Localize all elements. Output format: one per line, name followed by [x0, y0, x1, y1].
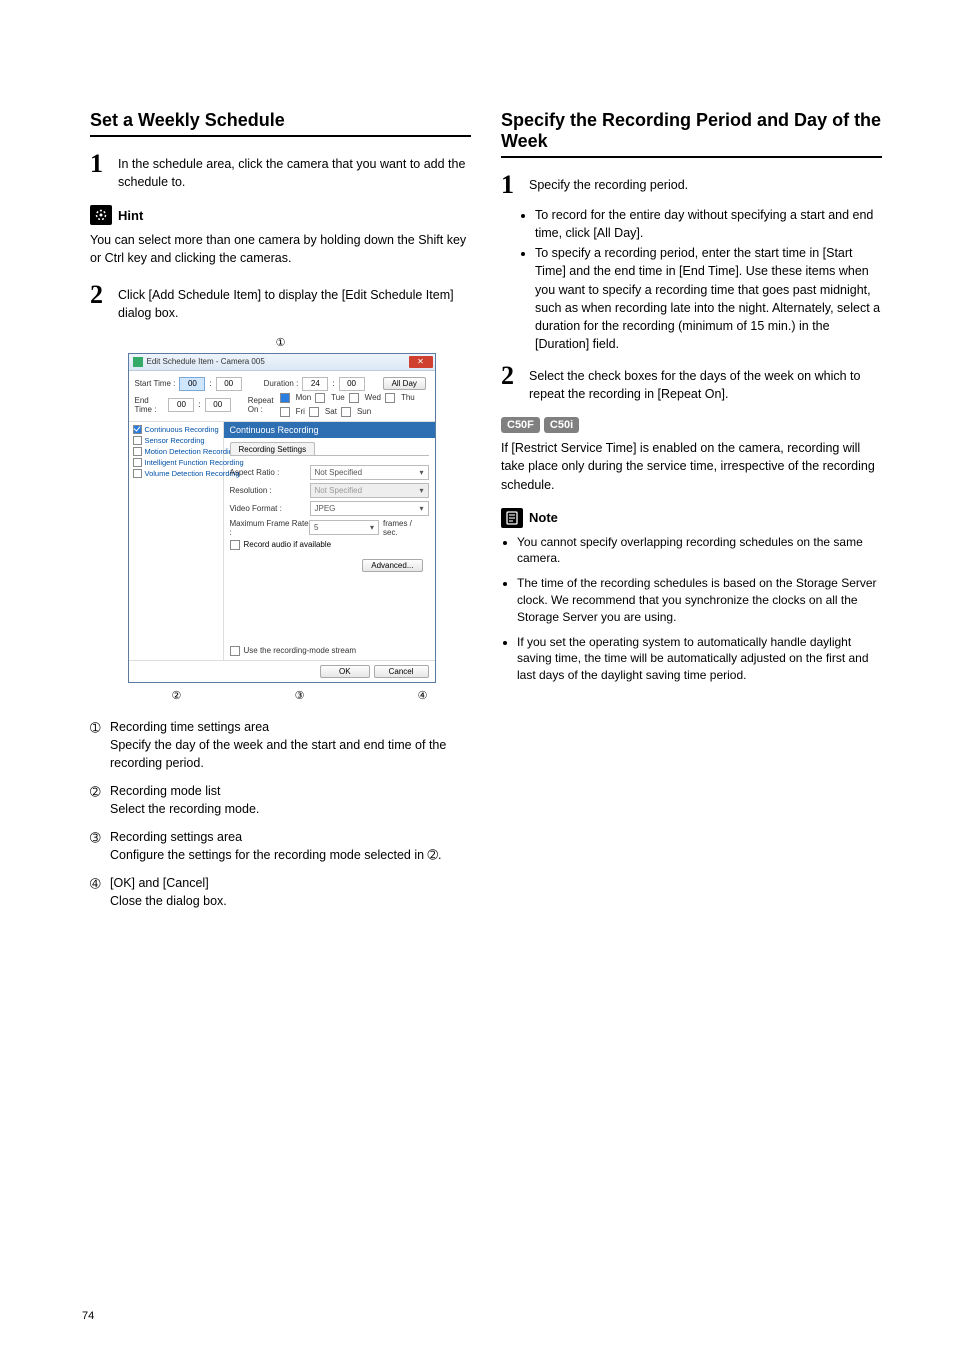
dur-hh[interactable]: 24: [302, 377, 328, 391]
hint-label: Hint: [118, 208, 143, 223]
dur-mm[interactable]: 00: [339, 377, 365, 391]
cb-sun[interactable]: [341, 407, 351, 417]
cancel-button[interactable]: Cancel: [374, 665, 429, 678]
step-number-1: 1: [90, 153, 108, 175]
note-label: Note: [529, 510, 558, 525]
cb-use-stream[interactable]: [230, 646, 240, 656]
page-number: 74: [82, 1310, 94, 1322]
rule: [501, 156, 882, 158]
cb-record-audio[interactable]: [230, 540, 240, 550]
step2-text: Click [Add Schedule Item] to display the…: [118, 284, 471, 322]
record-audio-label: Record audio if available: [244, 540, 332, 549]
end-hh[interactable]: 00: [168, 398, 194, 412]
callout-2: ②: [172, 689, 182, 702]
repeat-on-label: Repeat On :: [248, 396, 276, 414]
item4-num: ➃: [90, 876, 110, 910]
note-icon: [501, 508, 523, 528]
ok-button[interactable]: OK: [320, 665, 370, 678]
rule: [90, 135, 471, 137]
resolution-field: Not Specified▾: [310, 483, 429, 498]
item3-num: ➂: [90, 830, 110, 864]
item2-desc: Select the recording mode.: [110, 800, 259, 818]
start-hh[interactable]: 00: [179, 377, 205, 391]
rate-unit: frames / sec.: [383, 519, 429, 537]
cb-mon[interactable]: [280, 393, 290, 403]
cb-fri[interactable]: [280, 407, 290, 417]
item4-title: [OK] and [Cancel]: [110, 876, 227, 890]
callout-4: ④: [418, 689, 428, 702]
note3: If you set the operating system to autom…: [517, 634, 882, 684]
dialog-title: Edit Schedule Item - Camera 005: [147, 357, 409, 366]
r-step2-text: Select the check boxes for the days of t…: [529, 365, 882, 403]
cb-tue[interactable]: [315, 393, 325, 403]
duration-label: Duration :: [264, 379, 299, 388]
section-title-right: Specify the Recording Period and Day of …: [501, 110, 882, 152]
all-day-button[interactable]: All Day: [383, 377, 426, 390]
hint-icon: [90, 205, 112, 225]
max-rate-label: Maximum Frame Rate :: [230, 519, 310, 537]
hint-body: You can select more than one camera by h…: [90, 231, 471, 267]
cb-thu[interactable]: [385, 393, 395, 403]
cb-wed[interactable]: [349, 393, 359, 403]
start-mm[interactable]: 00: [216, 377, 242, 391]
resolution-label: Resolution :: [230, 486, 310, 495]
bullet-period: To specify a recording period, enter the…: [535, 244, 882, 353]
aspect-ratio-field[interactable]: Not Specified▾: [310, 465, 429, 480]
badge-body: If [Restrict Service Time] is enabled on…: [501, 439, 882, 493]
dialog-window: Edit Schedule Item - Camera 005 ✕ Start …: [128, 353, 436, 683]
section-title-left: Set a Weekly Schedule: [90, 110, 471, 131]
close-icon[interactable]: ✕: [409, 356, 433, 368]
video-format-field[interactable]: JPEG▾: [310, 501, 429, 516]
step-number-2: 2: [90, 284, 108, 306]
item2-title: Recording mode list: [110, 784, 259, 798]
max-rate-field[interactable]: 5▾: [309, 520, 379, 535]
step1-text: In the schedule area, click the camera t…: [118, 153, 471, 191]
recording-mode-list[interactable]: Continuous Recording Sensor Recording Mo…: [129, 422, 224, 660]
blue-header: Continuous Recording: [224, 422, 435, 438]
badge-c50f: C50F: [501, 417, 540, 433]
video-format-label: Video Format :: [230, 504, 310, 513]
step-number-r1: 1: [501, 174, 519, 196]
note1: You cannot specify overlapping recording…: [517, 534, 882, 568]
aspect-ratio-label: Aspect Ratio :: [230, 468, 310, 477]
item1-desc: Specify the day of the week and the star…: [110, 736, 471, 772]
use-stream-label: Use the recording-mode stream: [244, 646, 357, 655]
callout-1: ①: [128, 336, 434, 349]
end-mm[interactable]: 00: [205, 398, 231, 412]
bullet-allday: To record for the entire day without spe…: [535, 206, 882, 242]
badge-c50i: C50i: [544, 417, 579, 433]
note2: The time of the recording schedules is b…: [517, 575, 882, 625]
item1-title: Recording time settings area: [110, 720, 471, 734]
item2-num: ➁: [90, 784, 110, 818]
tab-recording-settings[interactable]: Recording Settings: [230, 442, 316, 456]
end-time-label: End Time :: [135, 396, 160, 414]
r-step1-text: Specify the recording period.: [529, 174, 688, 194]
start-time-label: Start Time :: [135, 379, 176, 388]
cb-sat[interactable]: [309, 407, 319, 417]
item3-desc: Configure the settings for the recording…: [110, 846, 442, 864]
app-icon: [133, 357, 143, 367]
callout-3: ③: [295, 689, 305, 702]
item3-title: Recording settings area: [110, 830, 442, 844]
item4-desc: Close the dialog box.: [110, 892, 227, 910]
step-number-r2: 2: [501, 365, 519, 387]
item1-num: ➀: [90, 720, 110, 772]
advanced-button[interactable]: Advanced...: [362, 559, 422, 572]
